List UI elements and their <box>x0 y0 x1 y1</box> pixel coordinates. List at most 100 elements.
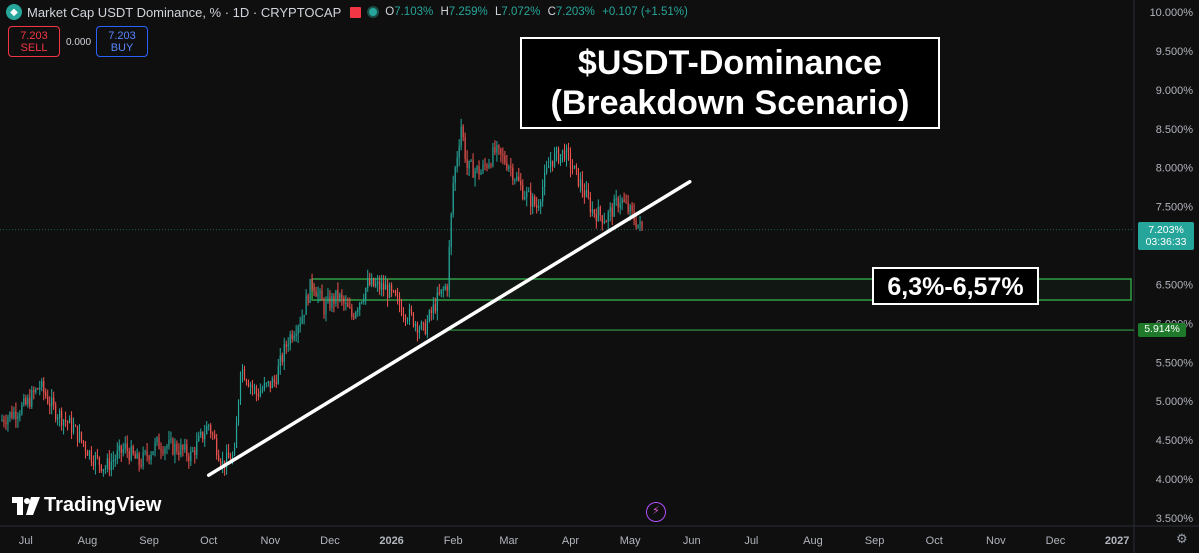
candle-body <box>454 167 456 184</box>
buy-button[interactable]: 7.203 BUY <box>96 26 148 57</box>
candle-body <box>371 278 373 285</box>
candle-body <box>233 448 236 455</box>
candle-body <box>357 309 359 313</box>
candle-body <box>361 301 363 303</box>
candle-body <box>227 452 230 459</box>
candle-body <box>470 160 472 162</box>
candle-body <box>249 384 252 387</box>
x-tick-label: Oct <box>926 535 943 547</box>
candle-body <box>609 207 611 213</box>
candle-body <box>526 191 528 198</box>
x-tick-label: Mar <box>499 535 518 547</box>
candle-body <box>47 396 49 404</box>
y-tick-label: 8.000% <box>1156 163 1194 175</box>
x-tick-label: Oct <box>200 535 217 547</box>
candle-body <box>392 290 395 292</box>
candle-body <box>25 398 27 405</box>
sell-button[interactable]: 7.203 SELL <box>8 26 60 57</box>
symbol-title[interactable]: Market Cap USDT Dominance, % · 1D · CRYP… <box>27 5 341 20</box>
candle-body <box>365 288 367 300</box>
candle-body <box>448 247 450 291</box>
candle-body <box>450 213 452 248</box>
candle-body <box>202 431 204 440</box>
candle-body <box>49 403 51 407</box>
candle-body <box>613 198 615 217</box>
candle-body <box>281 355 283 362</box>
candle-body <box>520 180 522 185</box>
candle-body <box>583 190 585 197</box>
candle-body <box>341 294 343 299</box>
flag-icon[interactable] <box>350 6 362 18</box>
candle-body <box>549 160 552 167</box>
x-tick-label: Feb <box>444 535 463 547</box>
candle-body <box>287 344 289 347</box>
candle-body <box>406 320 409 322</box>
candle-body <box>253 387 256 389</box>
candle-body <box>194 450 196 455</box>
candle-body <box>148 456 150 460</box>
candle-body <box>641 221 643 229</box>
candle-body <box>621 199 623 203</box>
candle-body <box>518 176 520 181</box>
candle-body <box>110 461 112 471</box>
candle-body <box>327 296 329 302</box>
level-price-tag: 5.914% <box>1138 323 1186 337</box>
x-tick-label: Jun <box>683 535 701 547</box>
candle-body <box>402 314 405 317</box>
candle-body <box>168 439 170 447</box>
candle-body <box>381 283 383 290</box>
candle-body <box>347 302 349 307</box>
y-tick-label: 5.000% <box>1156 396 1194 408</box>
tradingview-logo[interactable]: TradingView <box>12 494 161 517</box>
candle-body <box>512 167 514 181</box>
candle-body <box>206 426 208 435</box>
candle-body <box>178 451 180 455</box>
candle-body <box>385 284 387 290</box>
candle-body <box>3 419 5 423</box>
candle-body <box>462 126 464 138</box>
current-price-tag: 7.203% 03:36:33 <box>1138 222 1194 250</box>
x-tick-label: Jul <box>744 535 758 547</box>
x-tick-label: Jul <box>19 535 33 547</box>
candle-body <box>273 379 275 382</box>
y-tick-label: 3.500% <box>1156 513 1194 525</box>
candle-body <box>134 453 136 459</box>
candle-body <box>108 458 110 471</box>
settings-gear-icon[interactable]: ⚙ <box>1176 531 1188 547</box>
candle-body <box>94 454 97 466</box>
x-tick-label: 2027 <box>1105 535 1129 547</box>
candle-body <box>55 404 57 420</box>
candle-body <box>595 213 597 222</box>
candle-body <box>464 137 466 160</box>
candle-body <box>218 455 220 461</box>
candle-body <box>78 431 81 442</box>
candle-body <box>76 425 79 442</box>
lightning-icon[interactable]: ⚡ <box>646 502 666 522</box>
candle-body <box>420 322 422 329</box>
candle-body <box>446 286 448 291</box>
candle-body <box>607 212 609 222</box>
chart-title-annotation[interactable]: $USDT-Dominance (Breakdown Scenario) <box>520 37 940 129</box>
candle-body <box>9 412 11 418</box>
candle-body <box>544 172 546 187</box>
candle-body <box>51 397 53 407</box>
zone-label-annotation[interactable]: 6,3%-6,57% <box>872 267 1039 305</box>
candle-body <box>84 443 87 452</box>
candle-body <box>637 224 639 228</box>
candle-body <box>398 297 401 306</box>
candle-body <box>335 290 337 304</box>
candle-body <box>237 400 240 423</box>
market-status-icon <box>369 8 378 16</box>
candle-body <box>500 148 502 155</box>
candle-body <box>506 163 508 169</box>
x-tick-label: Sep <box>139 535 159 547</box>
candle-body <box>548 166 550 168</box>
candle-body <box>190 451 192 462</box>
candle-body <box>216 438 218 456</box>
candle-body <box>478 166 480 175</box>
candle-body <box>80 431 83 441</box>
candle-body <box>130 446 132 461</box>
candle-body <box>289 334 291 345</box>
y-tick-label: 9.500% <box>1156 46 1194 58</box>
candle-body <box>414 323 417 326</box>
